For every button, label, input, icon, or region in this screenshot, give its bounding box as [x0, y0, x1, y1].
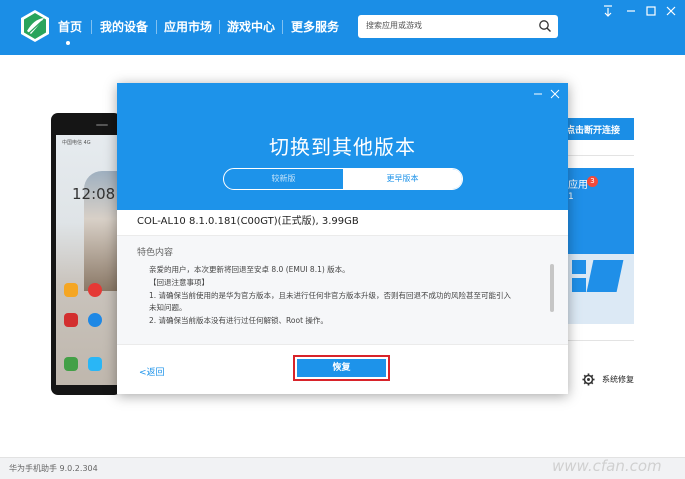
app-icon [88, 313, 102, 327]
version-label: 华为手机助手 9.0.2.304 [9, 464, 98, 473]
system-repair-button[interactable]: 系统修复 [582, 372, 642, 388]
top-bar: 首页 我的设备 应用市场 游戏中心 更多服务 搜索应用或游戏 [0, 0, 685, 55]
nav-app-market[interactable]: 应用市场 [164, 18, 212, 36]
tile-icon [586, 260, 624, 292]
dialog-title: 切换到其他版本 [269, 135, 416, 159]
version-tabs: 较新版 更早版本 [223, 168, 463, 190]
system-repair-label: 系统修复 [602, 375, 634, 384]
menu-icon[interactable] [601, 4, 615, 18]
note-line: 未知问题。 [149, 303, 187, 313]
tab-earlier-version[interactable]: 更早版本 [343, 169, 462, 189]
gear-icon [582, 373, 595, 386]
nav-divider [156, 20, 157, 34]
nav-divider [91, 20, 92, 34]
close-icon[interactable] [664, 4, 678, 18]
dialog-header: 切换到其他版本 较新版 更早版本 [117, 83, 568, 210]
app-card[interactable]: 应用 3 1 [568, 168, 634, 254]
svg-text:www.cfan.com.cn: www.cfan.com.cn [552, 457, 662, 475]
switch-version-dialog: 切换到其他版本 较新版 更早版本 COL-AL10 8.1.0.181(C00G… [117, 83, 568, 394]
note-line: 2. 请确保当前版本没有进行过任何解锁、Root 操作。 [149, 316, 328, 326]
nav-my-device[interactable]: 我的设备 [100, 18, 148, 36]
app-card-number: 1 [568, 192, 574, 202]
minimize-icon[interactable] [624, 4, 638, 18]
watermark-logo: www.cfan.com.cn [552, 457, 662, 475]
phone-status-text: 中国电信 4G [62, 140, 91, 146]
close-icon[interactable] [550, 89, 560, 99]
app-count-badge: 3 [587, 176, 598, 187]
app-icon [64, 283, 78, 297]
phone-app-icon [64, 357, 78, 371]
nav-active-indicator [66, 41, 70, 45]
restore-button[interactable]: 恢复 [297, 359, 386, 377]
app-logo-icon [21, 10, 49, 42]
scrollbar-thumb[interactable] [550, 264, 554, 312]
phone-clock: 12:08 [72, 185, 116, 203]
divider [568, 155, 634, 156]
divider [568, 340, 634, 341]
release-notes: 亲爱的用户，本次更新将回退至安卓 8.0 (EMUI 8.1) 版本。 【回退注… [137, 264, 542, 341]
features-title: 特色内容 [137, 248, 174, 258]
app-icon [88, 283, 102, 297]
nav-divider [282, 20, 283, 34]
app-card-label: 应用 [568, 180, 588, 191]
maximize-icon[interactable] [644, 4, 658, 18]
package-info: COL-AL10 8.1.0.181(C00GT)(正式版), 3.99GB [137, 216, 359, 227]
messages-app-icon [88, 357, 102, 371]
search-input[interactable]: 搜索应用或游戏 [358, 15, 558, 38]
nav-divider [219, 20, 220, 34]
note-line: 1. 请确保当前使用的是华为官方版本，且未进行任何非官方版本升级，否则有回退不成… [149, 290, 512, 300]
note-line: 亲爱的用户，本次更新将回退至安卓 8.0 (EMUI 8.1) 版本。 [149, 265, 350, 274]
nav-game-center[interactable]: 游戏中心 [227, 18, 275, 36]
tiles-card[interactable] [568, 254, 634, 324]
search-icon[interactable] [538, 19, 552, 33]
search-placeholder: 搜索应用或游戏 [366, 21, 422, 30]
tab-newer-version[interactable]: 较新版 [224, 169, 343, 189]
note-line: 【回退注意事项】 [149, 277, 209, 287]
tile-icon [572, 260, 586, 274]
phone-screen: 中国电信 4G 12:08 [56, 135, 121, 385]
nav-more-services[interactable]: 更多服务 [291, 18, 339, 36]
minimize-icon[interactable] [533, 89, 543, 99]
phone-preview: 中国电信 4G 12:08 [51, 113, 121, 395]
note-line-cutoff: ​ [137, 328, 542, 341]
nav-home[interactable]: 首页 [58, 18, 82, 36]
phone-speaker [96, 124, 108, 126]
tile-icon [572, 278, 586, 292]
back-link[interactable]: <返回 [139, 365, 165, 378]
app-icon [64, 313, 78, 327]
release-notes-panel[interactable]: 特色内容 亲爱的用户，本次更新将回退至安卓 8.0 (EMUI 8.1) 版本。… [117, 235, 568, 345]
